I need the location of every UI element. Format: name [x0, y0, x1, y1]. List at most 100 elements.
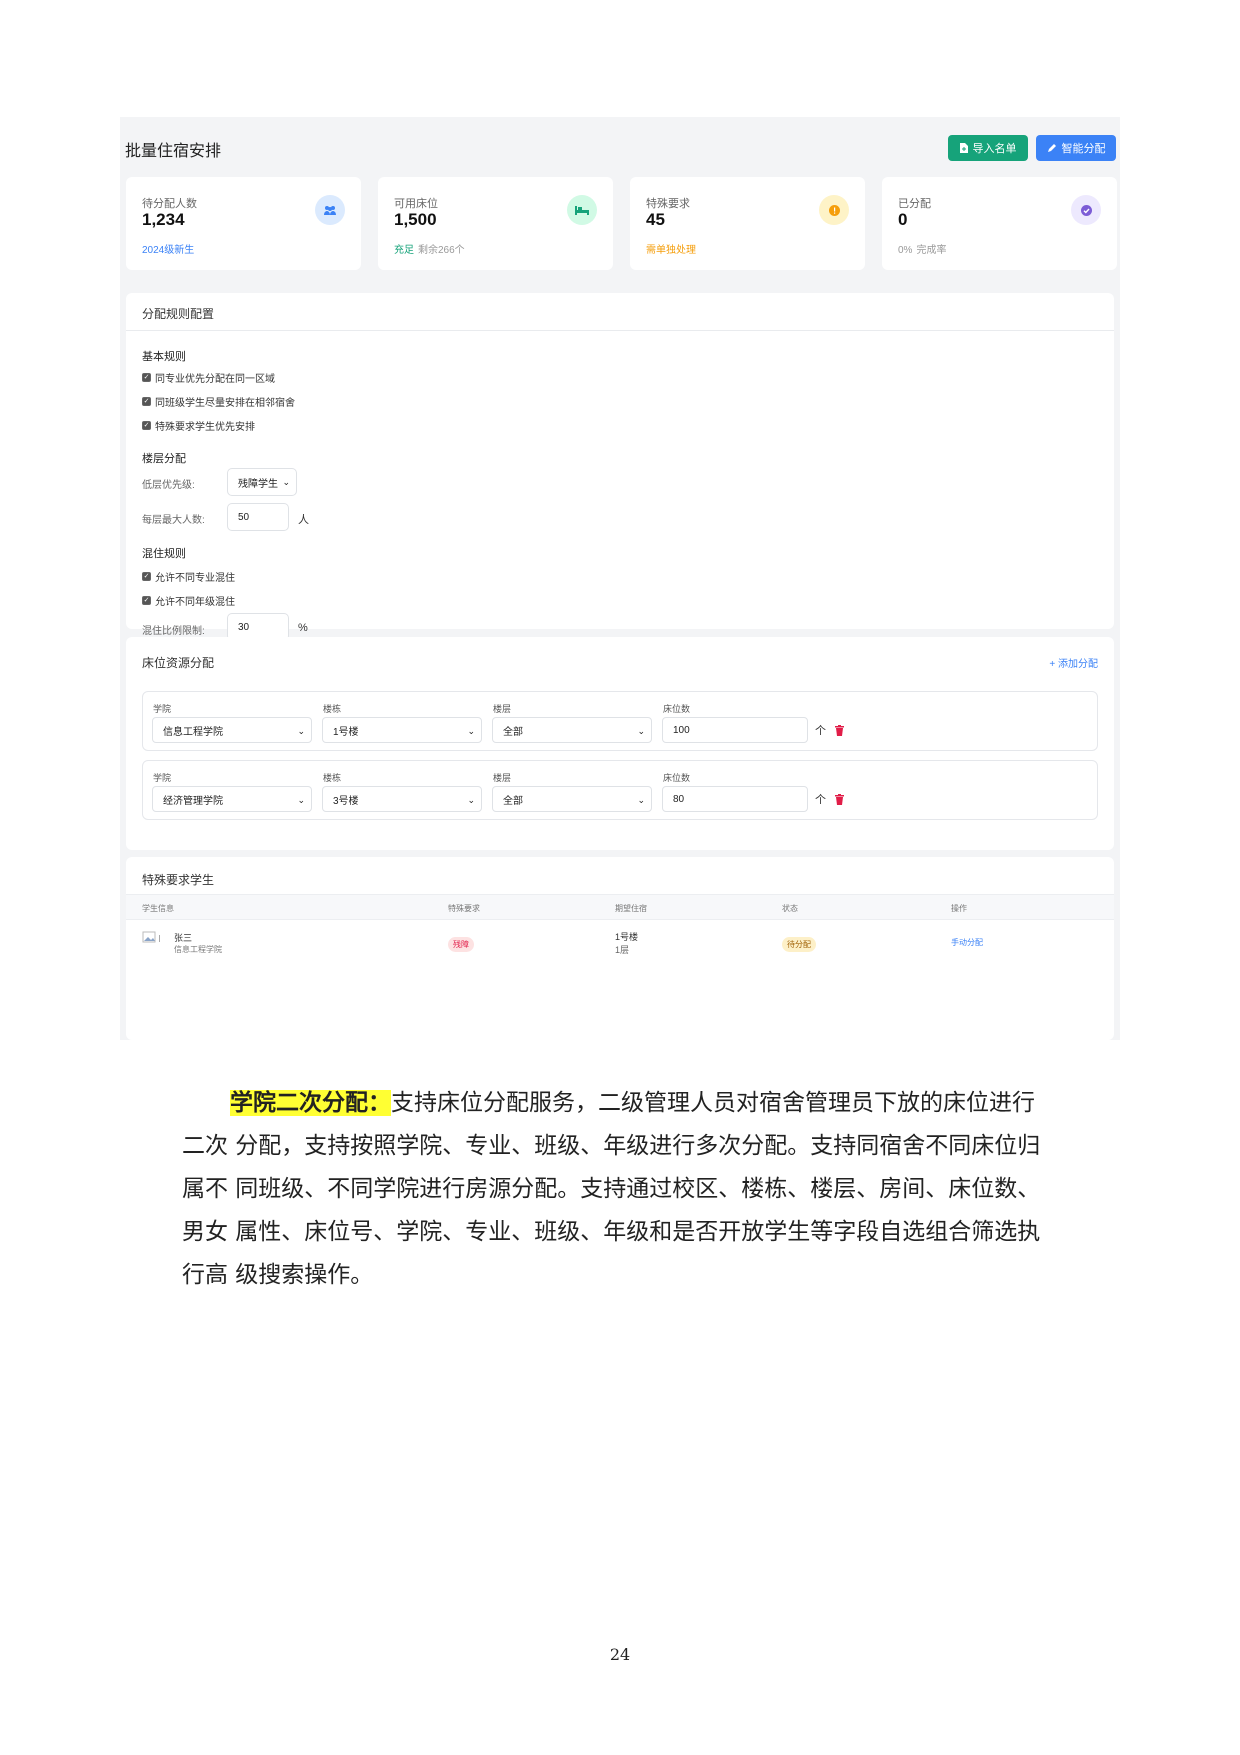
building-field-label: 楼栋	[323, 704, 342, 714]
stat-sub: 充足 剩余266个	[394, 241, 465, 256]
college-select-value: 信息工程学院	[163, 726, 223, 738]
table-header: 学生信息 特殊要求 期望住宿 状态 操作	[126, 894, 1114, 920]
trash-icon[interactable]	[835, 794, 844, 805]
stat-label: 特殊要求	[646, 198, 690, 210]
priority-select-value: 残障学生	[238, 478, 278, 490]
paragraph-lead: 学院二次分配：	[230, 1090, 391, 1116]
stat-value: 45	[646, 210, 665, 229]
column-header: 状态	[782, 904, 798, 913]
avatar	[142, 931, 160, 943]
stat-sub: 2024级新生	[142, 241, 194, 256]
import-list-button[interactable]: 导入名单	[948, 135, 1028, 161]
column-header: 学生信息	[142, 904, 174, 913]
expected-floor: 1层	[615, 945, 630, 955]
checkbox-checked-icon[interactable]: ✓	[142, 373, 151, 382]
column-header: 操作	[951, 904, 967, 913]
unit-percent: %	[298, 622, 308, 634]
rules-card-title: 分配规则配置	[142, 307, 215, 321]
body-paragraph: 学院二次分配：支持床位分配服务，二级管理人员对宿舍管理员下放的床位进行 二次 分…	[182, 1082, 1102, 1297]
bed-count-input[interactable]: 80	[662, 786, 808, 812]
mixed-checkbox[interactable]: ✓ 允许不同年级混住	[142, 593, 235, 608]
rule-checkbox[interactable]: ✓ 特殊要求学生优先安排	[142, 418, 255, 433]
mixed-label: 允许不同专业混住	[155, 573, 235, 584]
checkbox-checked-icon[interactable]: ✓	[142, 397, 151, 406]
building-select[interactable]: 3号楼 ⌄	[322, 786, 482, 812]
checkbox-checked-icon[interactable]: ✓	[142, 572, 151, 581]
college-field-label: 学院	[153, 773, 172, 783]
chevron-down-icon: ⌄	[467, 726, 475, 736]
student-college: 信息工程学院	[174, 945, 222, 954]
priority-select[interactable]: 残障学生 ⌄	[227, 468, 297, 496]
mixed-rules-heading: 混住规则	[142, 548, 186, 560]
page-title: 批量住宿安排	[125, 143, 222, 160]
special-students-card: 特殊要求学生 学生信息 特殊要求 期望住宿 状态 操作 张三 信息工程学院 残障…	[126, 857, 1114, 1040]
stat-sub: 0% 完成率	[898, 241, 946, 256]
paragraph-line: 支持床位分配服务，二级管理人员对宿舍管理员下放的床位进行	[391, 1090, 1035, 1116]
chevron-down-icon: ⌄	[637, 795, 645, 805]
priority-label: 低层优先级:	[142, 480, 195, 491]
stat-sub: 需单独处理	[646, 241, 696, 256]
stat-card-beds: 可用床位 1,500 充足 剩余266个	[378, 177, 613, 270]
floor-select-value: 全部	[503, 795, 523, 807]
stat-value: 1,234	[142, 210, 185, 229]
chevron-down-icon: ⌄	[467, 795, 475, 805]
stat-sub-text: 0%	[898, 245, 913, 256]
rule-checkbox[interactable]: ✓ 同班级学生尽量安排在相邻宿舍	[142, 394, 295, 409]
unit-person: 人	[298, 514, 309, 526]
add-allocation-button[interactable]: + 添加分配	[1049, 655, 1098, 670]
checkbox-checked-icon[interactable]: ✓	[142, 421, 151, 430]
mixed-checkbox[interactable]: ✓ 允许不同专业混住	[142, 569, 235, 584]
users-icon	[315, 195, 345, 225]
alert-icon	[819, 195, 849, 225]
building-select[interactable]: 1号楼 ⌄	[322, 717, 482, 743]
basic-rules-heading: 基本规则	[142, 351, 186, 363]
mixed-label: 允许不同年级混住	[155, 597, 235, 608]
stat-label: 待分配人数	[142, 198, 197, 210]
stat-sub-text: 充足	[394, 245, 414, 256]
college-field-label: 学院	[153, 704, 172, 714]
stat-value: 1,500	[394, 210, 437, 229]
floor-field-label: 楼层	[493, 773, 512, 783]
bed-count-input[interactable]: 100	[662, 717, 808, 743]
college-select[interactable]: 信息工程学院 ⌄	[152, 717, 312, 743]
bed-icon	[567, 195, 597, 225]
file-import-icon	[959, 143, 968, 153]
college-select[interactable]: 经济管理学院 ⌄	[152, 786, 312, 812]
floor-select[interactable]: 全部 ⌄	[492, 786, 652, 812]
beds-card: 床位资源分配 + 添加分配 学院 信息工程学院 ⌄ 楼栋 1号楼 ⌄ 楼层 全部 ⌄ …	[126, 637, 1114, 850]
rule-label: 同班级学生尽量安排在相邻宿舍	[155, 398, 295, 409]
college-select-value: 经济管理学院	[163, 795, 223, 807]
count-field-label: 床位数	[663, 704, 691, 714]
floor-select-value: 全部	[503, 726, 523, 738]
checkbox-checked-icon[interactable]: ✓	[142, 596, 151, 605]
smart-allocate-label: 智能分配	[1061, 143, 1106, 155]
bed-count-value: 80	[673, 793, 685, 805]
chevron-down-icon: ⌄	[282, 477, 290, 487]
stat-card-allocated: 已分配 0 0% 完成率	[882, 177, 1117, 270]
max-per-floor-input[interactable]: 50	[227, 503, 289, 531]
ratio-label: 混住比例限制:	[142, 626, 205, 637]
rule-checkbox[interactable]: ✓ 同专业优先分配在同一区域	[142, 370, 275, 385]
stat-sub-muted: 完成率	[916, 245, 947, 256]
paragraph-line: 属不 同班级、不同学院进行房源分配。支持通过校区、楼栋、楼层、房间、床位数、	[182, 1176, 1041, 1202]
chevron-down-icon: ⌄	[297, 795, 305, 805]
max-per-floor-label: 每层最大人数:	[142, 515, 205, 526]
paragraph-line: 男女 属性、床位号、学院、专业、班级、年级和是否开放学生等字段自选组合筛选执	[182, 1219, 1041, 1245]
requirement-badge: 残障	[448, 937, 474, 952]
floor-rules-heading: 楼层分配	[142, 453, 186, 465]
column-header: 特殊要求	[448, 904, 480, 913]
count-field-label: 床位数	[663, 773, 691, 783]
paragraph-line: 二次 分配，支持按照学院、专业、班级、年级进行多次分配。支持同宿舍不同床位归	[182, 1133, 1041, 1159]
stat-sub-text: 2024级新生	[142, 245, 195, 256]
unit-label: 个	[815, 725, 826, 737]
rules-card: 分配规则配置 基本规则 ✓ 同专业优先分配在同一区域 ✓ 同班级学生尽量安排在相邻宿…	[126, 293, 1114, 641]
trash-icon[interactable]	[835, 725, 844, 736]
stat-sub-muted: 剩余266个	[418, 245, 465, 256]
stat-label: 可用床位	[394, 198, 438, 210]
smart-allocate-button[interactable]: 智能分配	[1036, 135, 1116, 161]
paragraph-line: 行高 级搜索操作。	[182, 1262, 374, 1288]
ratio-value: 30	[238, 621, 250, 633]
floor-select[interactable]: 全部 ⌄	[492, 717, 652, 743]
bed-count-value: 100	[673, 724, 690, 736]
manual-allocate-link[interactable]: 手动分配	[951, 937, 983, 948]
